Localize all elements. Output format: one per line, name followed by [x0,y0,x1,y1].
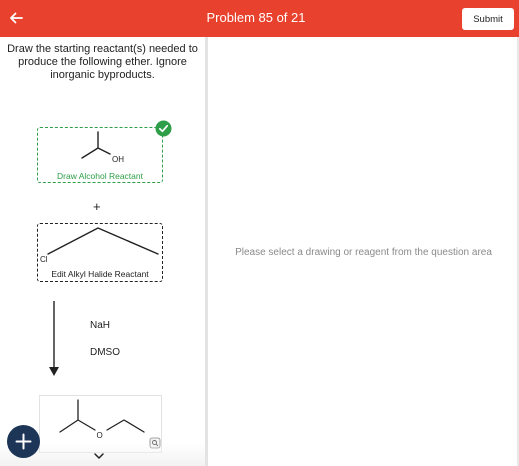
alcohol-reactant-label: Draw Alcohol Reactant [57,171,143,181]
problem-title: Problem 85 of 21 [206,10,306,25]
chlorine-label: Cl [40,255,48,264]
top-bar: Problem 85 of 21 Submit [0,0,519,37]
isopropanol-structure: OH [81,131,124,164]
chevron-down-icon[interactable] [93,448,105,466]
question-prompt: Draw the starting reactant(s) needed to … [7,43,198,81]
back-arrow-icon[interactable] [4,6,28,30]
reagent-nah[interactable]: NaH [90,320,110,331]
hydroxyl-label: OH [112,155,124,164]
alkyl-halide-reactant-label: Edit Alkyl Halide Reactant [51,269,149,279]
check-circle-icon [155,120,172,142]
plus-sign: + [93,199,101,214]
add-button[interactable] [7,425,40,458]
chloroethane-structure: Cl [40,227,159,264]
reagent-dmso[interactable]: DMSO [90,347,120,358]
ether-oxygen-label: O [97,431,103,440]
empty-state-message: Please select a drawing or reagent from … [235,247,492,258]
alcohol-reactant-box[interactable]: OH Draw Alcohol Reactant [37,120,172,183]
workspace-panel: Please select a drawing or reagent from … [208,37,519,466]
submit-button[interactable]: Submit [462,8,514,30]
alkyl-halide-reactant-box[interactable]: Cl Edit Alkyl Halide Reactant [37,223,163,282]
question-panel: Draw the starting reactant(s) needed to … [0,37,205,466]
reaction-arrow [49,301,59,376]
plus-icon [15,433,32,450]
